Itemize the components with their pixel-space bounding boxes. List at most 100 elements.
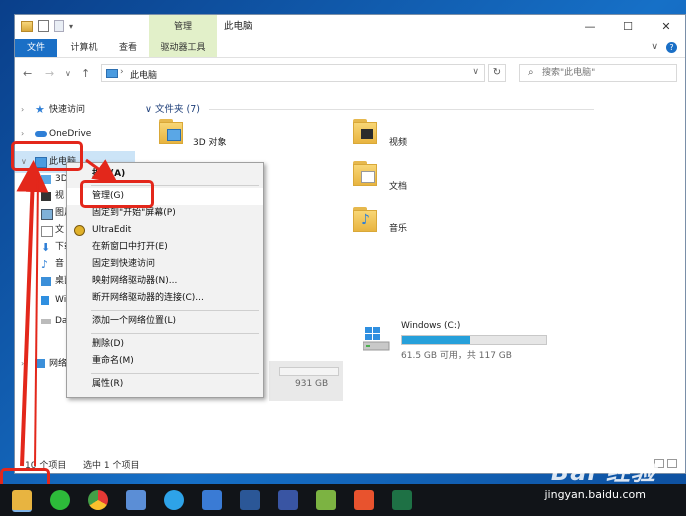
- tab-drive-tools[interactable]: 驱动器工具: [149, 39, 217, 57]
- drive-usage-bar: [401, 335, 547, 345]
- nav-item-label: 网络: [49, 359, 68, 369]
- recent-locations-button[interactable]: ∨: [65, 69, 71, 78]
- wechat-icon[interactable]: [50, 490, 70, 510]
- folder-label[interactable]: 音乐: [389, 221, 407, 234]
- 3d-objects-folder-icon[interactable]: [159, 119, 187, 144]
- up-button[interactable]: ↑: [81, 67, 90, 80]
- data-drive-icon: [41, 319, 51, 324]
- menu-item-label: 添加一个网络位置(L): [92, 316, 177, 326]
- desktop-icon: [41, 277, 51, 286]
- tab-file[interactable]: 文件: [15, 39, 57, 57]
- quick-access-toolbar: ▾: [21, 20, 73, 32]
- chevron-right-icon[interactable]: ›: [120, 67, 124, 77]
- address-bar-row: ← → ∨ ↑ › 此电脑 ∨ ↻ ⌕: [15, 61, 685, 87]
- photos-icon[interactable]: [316, 490, 336, 510]
- group-title: 文件夹 (7): [155, 104, 200, 115]
- star-icon: ★: [35, 103, 45, 116]
- menu-item-label: 属性(R): [92, 379, 124, 389]
- baidu-watermark-logo: Bai 经验: [550, 458, 656, 486]
- maximize-button[interactable]: ☐: [609, 15, 647, 39]
- cloud-icon: [35, 131, 47, 137]
- notes-icon[interactable]: [202, 490, 222, 510]
- nav-item-label: 快速访问: [49, 105, 86, 115]
- selected-count: 选中 1 个项目: [83, 461, 140, 471]
- documents-folder-icon[interactable]: [353, 161, 381, 186]
- new-folder-icon[interactable]: [54, 20, 64, 32]
- search-icon: ⌕: [528, 67, 534, 78]
- network-icon: [35, 359, 45, 368]
- properties-icon[interactable]: [38, 20, 49, 32]
- menu-item-label: 删除(D): [92, 339, 124, 349]
- folder-label[interactable]: 文档: [389, 179, 407, 192]
- title-bar: ▾ 管理 此电脑 — ☐ ✕: [15, 15, 685, 39]
- refresh-button[interactable]: ↻: [488, 64, 506, 82]
- help-icon[interactable]: ?: [666, 42, 677, 53]
- windows-drive-icon[interactable]: [363, 327, 391, 351]
- chevron-down-icon[interactable]: ∨: [472, 67, 479, 77]
- menu-item-map-network-drive[interactable]: 映射网络驱动器(N)...: [67, 273, 263, 290]
- menu-item-label: UltraEdit: [92, 225, 132, 235]
- nav-item-quick-access[interactable]: › ★ 快速访问: [15, 99, 135, 121]
- tab-computer[interactable]: 计算机: [60, 39, 108, 57]
- menu-item-add-network-location[interactable]: 添加一个网络位置(L): [67, 313, 263, 330]
- word-icon[interactable]: [240, 490, 260, 510]
- pictures-icon: [41, 209, 53, 220]
- nav-item-label: Wi: [55, 295, 67, 305]
- menu-item-ultraedit[interactable]: UltraEdit: [67, 222, 263, 239]
- menu-item-label: 重命名(M): [92, 356, 134, 366]
- baidu-watermark-url: jingyan.baidu.com: [544, 488, 646, 501]
- back-button[interactable]: ←: [23, 67, 32, 80]
- music-folder-icon[interactable]: ♪: [353, 207, 381, 232]
- pc-icon: [106, 69, 118, 78]
- drive-name[interactable]: Windows (C:): [401, 321, 460, 331]
- videos-folder-icon[interactable]: [353, 119, 381, 144]
- chevron-right-icon[interactable]: ›: [21, 99, 24, 121]
- hidden-drive-tile[interactable]: 931 GB: [269, 361, 343, 401]
- nav-item-label: 音: [55, 259, 65, 269]
- ribbon-tabs: 文件 计算机 查看 驱动器工具 ∨ ?: [15, 39, 685, 58]
- downloads-icon: ⬇: [41, 241, 51, 254]
- close-button[interactable]: ✕: [647, 15, 685, 39]
- chevron-right-icon[interactable]: ›: [21, 353, 24, 375]
- menu-item-rename[interactable]: 重命名(M): [67, 353, 263, 370]
- excel-icon[interactable]: [392, 490, 412, 510]
- expand-ribbon-icon[interactable]: ∨: [651, 42, 658, 53]
- forward-button[interactable]: →: [45, 67, 54, 80]
- menu-item-label: 固定到快速访问: [92, 259, 156, 269]
- nav-item-label: 文: [55, 225, 65, 235]
- visio-icon[interactable]: [278, 490, 298, 510]
- browser-360-icon[interactable]: [164, 490, 184, 510]
- menu-item-disconnect-network-drive[interactable]: 断开网络驱动器的连接(C)...: [67, 290, 263, 307]
- manage-context-tab-group: 管理: [149, 15, 217, 39]
- music-icon: ♪: [41, 258, 49, 271]
- folder-label[interactable]: 3D 对象: [193, 135, 227, 148]
- menu-item-pin-quick-access[interactable]: 固定到快速访问: [67, 256, 263, 273]
- documents-icon: [41, 226, 53, 237]
- large-icons-view-icon[interactable]: [667, 459, 677, 468]
- folders-group-header[interactable]: ∨ 文件夹 (7): [145, 101, 595, 115]
- menu-item-label: 映射网络驱动器(N)...: [92, 276, 178, 286]
- menu-item-properties[interactable]: 属性(R): [67, 376, 263, 393]
- chrome-icon[interactable]: [88, 490, 108, 510]
- video-icon: [41, 192, 51, 201]
- 3d-objects-icon: [41, 175, 51, 184]
- menu-item-open-new-window[interactable]: 在新窗口中打开(E): [67, 239, 263, 256]
- minimize-button[interactable]: —: [571, 15, 609, 39]
- menu-item-label: 在新窗口中打开(E): [92, 242, 168, 252]
- search-box[interactable]: ⌕: [519, 64, 677, 82]
- window-title: 此电脑: [224, 21, 253, 32]
- file-explorer-taskbar-icon[interactable]: [12, 490, 32, 512]
- address-path[interactable]: 此电脑: [130, 68, 157, 81]
- tab-view[interactable]: 查看: [111, 39, 145, 57]
- remote-desktop-icon[interactable]: [126, 490, 146, 510]
- drive-usage-fill: [402, 336, 470, 344]
- folder-label[interactable]: 视频: [389, 135, 407, 148]
- customize-quick-access-icon[interactable]: ▾: [69, 22, 73, 31]
- xmind-icon[interactable]: [354, 490, 374, 510]
- search-input[interactable]: [542, 66, 672, 80]
- address-box[interactable]: › 此电脑 ∨: [101, 64, 485, 82]
- annotation-box-this-pc: [11, 141, 83, 171]
- folder-icon: [21, 20, 33, 32]
- chevron-down-icon: ∨: [145, 104, 152, 115]
- menu-item-delete[interactable]: 删除(D): [67, 336, 263, 353]
